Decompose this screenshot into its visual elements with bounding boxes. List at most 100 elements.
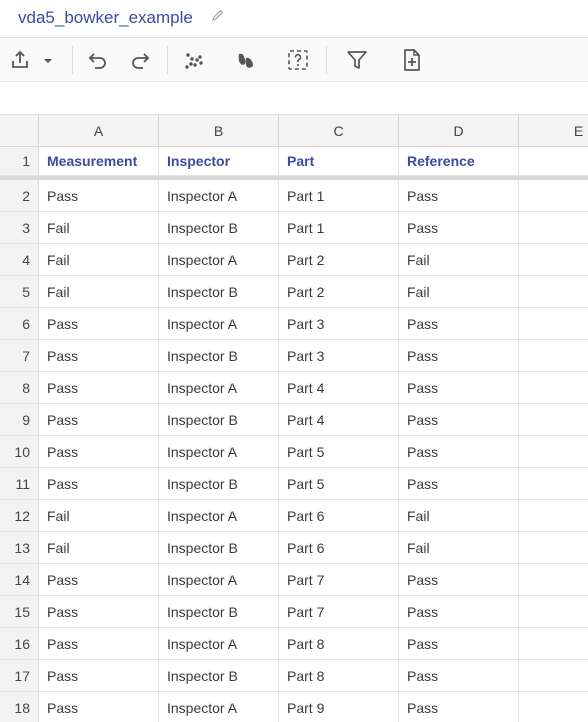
table-cell[interactable]: Inspector A bbox=[159, 500, 279, 532]
column-header-b[interactable]: B bbox=[159, 115, 279, 147]
row-header[interactable]: 2 bbox=[0, 180, 39, 212]
table-cell[interactable]: Fail bbox=[399, 276, 519, 308]
table-cell[interactable]: Fail bbox=[39, 500, 159, 532]
table-cell[interactable]: Pass bbox=[39, 180, 159, 212]
table-cell[interactable]: Pass bbox=[39, 468, 159, 500]
table-cell[interactable]: Inspector B bbox=[159, 660, 279, 692]
pencil-icon[interactable] bbox=[211, 8, 225, 22]
table-cell[interactable]: Part 4 bbox=[279, 404, 399, 436]
table-cell[interactable]: Pass bbox=[399, 372, 519, 404]
row-header[interactable]: 9 bbox=[0, 404, 39, 436]
table-cell[interactable]: Fail bbox=[39, 212, 159, 244]
steps-icon[interactable] bbox=[234, 48, 258, 72]
table-cell[interactable] bbox=[519, 660, 588, 692]
table-cell[interactable]: Pass bbox=[399, 628, 519, 660]
table-cell[interactable]: Pass bbox=[39, 692, 159, 722]
table-cell[interactable] bbox=[519, 436, 588, 468]
row-header[interactable]: 7 bbox=[0, 340, 39, 372]
column-header-a[interactable]: A bbox=[39, 115, 159, 147]
filter-icon[interactable] bbox=[345, 48, 369, 72]
table-cell[interactable]: Fail bbox=[399, 532, 519, 564]
table-cell[interactable]: Pass bbox=[399, 404, 519, 436]
table-cell[interactable] bbox=[519, 564, 588, 596]
table-cell[interactable] bbox=[519, 404, 588, 436]
table-cell[interactable]: Inspector B bbox=[159, 276, 279, 308]
document-title[interactable]: vda5_bowker_example bbox=[18, 8, 193, 28]
row-header[interactable]: 11 bbox=[0, 468, 39, 500]
row-header[interactable]: 5 bbox=[0, 276, 39, 308]
row-header[interactable]: 1 bbox=[0, 147, 39, 176]
table-cell[interactable] bbox=[519, 340, 588, 372]
table-cell[interactable]: Fail bbox=[399, 500, 519, 532]
row-header[interactable]: 16 bbox=[0, 628, 39, 660]
table-cell[interactable]: Inspector A bbox=[159, 180, 279, 212]
table-cell[interactable]: Fail bbox=[399, 244, 519, 276]
table-cell[interactable]: Pass bbox=[399, 212, 519, 244]
table-cell[interactable]: Pass bbox=[39, 436, 159, 468]
table-cell[interactable]: Pass bbox=[399, 340, 519, 372]
table-cell[interactable] bbox=[519, 692, 588, 722]
table-cell[interactable]: Inspector A bbox=[159, 692, 279, 722]
table-cell[interactable]: Inspector A bbox=[159, 244, 279, 276]
table-cell[interactable]: Pass bbox=[399, 660, 519, 692]
row-header[interactable]: 15 bbox=[0, 596, 39, 628]
header-cell[interactable]: Part bbox=[279, 147, 399, 176]
row-header[interactable]: 18 bbox=[0, 692, 39, 722]
table-cell[interactable]: Part 5 bbox=[279, 468, 399, 500]
column-header-c[interactable]: C bbox=[279, 115, 399, 147]
table-cell[interactable]: Inspector A bbox=[159, 308, 279, 340]
table-cell[interactable]: Part 2 bbox=[279, 244, 399, 276]
table-cell[interactable] bbox=[519, 500, 588, 532]
table-cell[interactable] bbox=[519, 372, 588, 404]
column-header-e[interactable]: E bbox=[519, 115, 588, 147]
header-cell[interactable] bbox=[519, 147, 588, 176]
add-file-icon[interactable] bbox=[400, 48, 424, 72]
table-cell[interactable]: Inspector B bbox=[159, 340, 279, 372]
row-header[interactable]: 4 bbox=[0, 244, 39, 276]
table-cell[interactable]: Part 5 bbox=[279, 436, 399, 468]
table-cell[interactable]: Pass bbox=[39, 404, 159, 436]
select-all-corner[interactable] bbox=[0, 115, 39, 147]
table-cell[interactable]: Pass bbox=[39, 596, 159, 628]
scatter-icon[interactable] bbox=[182, 48, 206, 72]
table-cell[interactable]: Part 6 bbox=[279, 532, 399, 564]
table-cell[interactable]: Part 1 bbox=[279, 212, 399, 244]
table-cell[interactable]: Inspector B bbox=[159, 212, 279, 244]
row-header[interactable]: 14 bbox=[0, 564, 39, 596]
table-cell[interactable]: Part 3 bbox=[279, 340, 399, 372]
table-cell[interactable] bbox=[519, 244, 588, 276]
table-cell[interactable] bbox=[519, 180, 588, 212]
chevron-down-icon[interactable] bbox=[36, 48, 56, 72]
table-cell[interactable]: Inspector A bbox=[159, 436, 279, 468]
table-cell[interactable]: Pass bbox=[39, 660, 159, 692]
table-cell[interactable] bbox=[519, 628, 588, 660]
table-cell[interactable]: Part 6 bbox=[279, 500, 399, 532]
table-cell[interactable]: Part 7 bbox=[279, 596, 399, 628]
row-header[interactable]: 6 bbox=[0, 308, 39, 340]
table-cell[interactable]: Inspector B bbox=[159, 468, 279, 500]
table-cell[interactable]: Inspector B bbox=[159, 532, 279, 564]
upload-icon[interactable] bbox=[8, 48, 32, 72]
table-cell[interactable] bbox=[519, 532, 588, 564]
table-cell[interactable]: Pass bbox=[399, 180, 519, 212]
table-cell[interactable]: Pass bbox=[399, 468, 519, 500]
table-cell[interactable]: Part 8 bbox=[279, 628, 399, 660]
table-cell[interactable]: Part 8 bbox=[279, 660, 399, 692]
row-header[interactable]: 13 bbox=[0, 532, 39, 564]
table-cell[interactable]: Fail bbox=[39, 532, 159, 564]
header-cell[interactable]: Inspector bbox=[159, 147, 279, 176]
table-cell[interactable]: Part 9 bbox=[279, 692, 399, 722]
table-cell[interactable]: Pass bbox=[39, 372, 159, 404]
row-header[interactable]: 10 bbox=[0, 436, 39, 468]
table-cell[interactable]: Part 2 bbox=[279, 276, 399, 308]
table-cell[interactable]: Pass bbox=[399, 436, 519, 468]
table-cell[interactable] bbox=[519, 308, 588, 340]
table-cell[interactable]: Fail bbox=[39, 276, 159, 308]
header-cell[interactable]: Measurement bbox=[39, 147, 159, 176]
table-cell[interactable]: Part 4 bbox=[279, 372, 399, 404]
table-cell[interactable] bbox=[519, 276, 588, 308]
row-header[interactable]: 3 bbox=[0, 212, 39, 244]
header-cell[interactable]: Reference bbox=[399, 147, 519, 176]
row-header[interactable]: 12 bbox=[0, 500, 39, 532]
table-cell[interactable]: Pass bbox=[39, 628, 159, 660]
